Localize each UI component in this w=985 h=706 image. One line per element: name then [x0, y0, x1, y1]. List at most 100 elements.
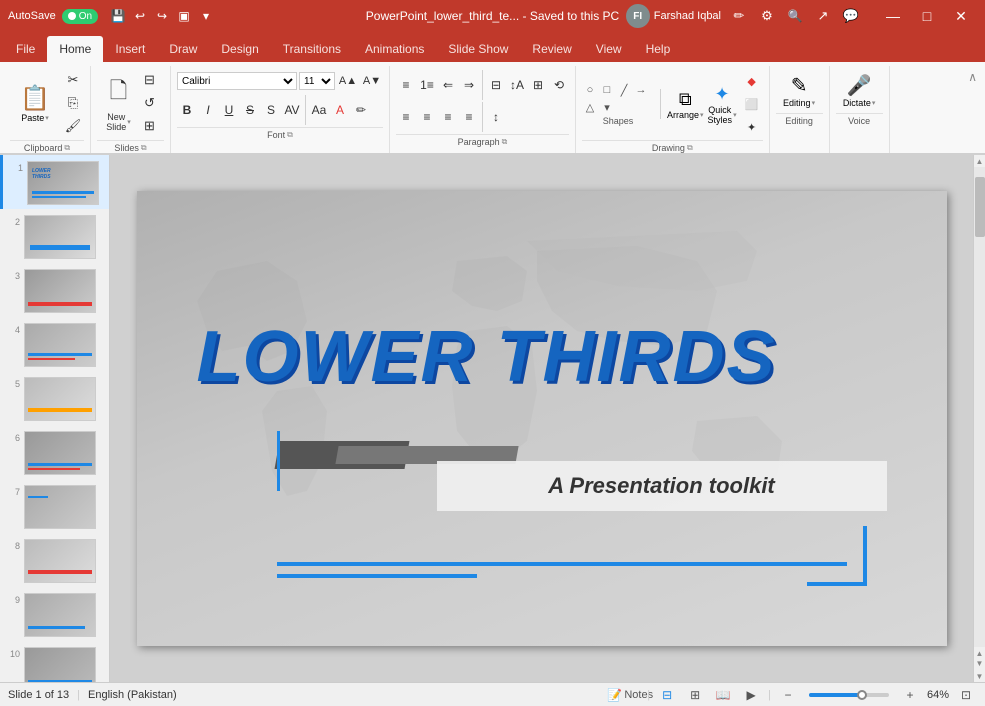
shape-outline-button[interactable]: ⬜: [741, 93, 763, 115]
customize-qa-button[interactable]: ▾: [196, 6, 216, 26]
slide-thumb-2[interactable]: 2: [0, 209, 109, 263]
decrease-indent-button[interactable]: ⇐: [438, 75, 458, 95]
bold-button[interactable]: B: [177, 100, 197, 120]
clipboard-expand[interactable]: ⧉: [64, 143, 70, 153]
fit-slide-button[interactable]: ⊡: [955, 686, 977, 704]
pen-icon-button[interactable]: ✏: [729, 6, 749, 26]
normal-view-button[interactable]: ⊟: [656, 686, 678, 704]
text-direction-button[interactable]: ↕A: [507, 75, 527, 95]
tab-file[interactable]: File: [4, 36, 47, 62]
dictate-button[interactable]: 🎤 Dictate ▾: [837, 70, 882, 111]
scroll-up-arrow[interactable]: ▲: [974, 155, 985, 167]
reading-view-button[interactable]: 📖: [712, 686, 734, 704]
scroll-extra-up[interactable]: ▲: [976, 649, 984, 658]
autosave-toggle[interactable]: On: [62, 9, 98, 24]
zoom-in-button[interactable]: +: [899, 686, 921, 704]
shape-triangle[interactable]: △: [582, 99, 598, 115]
numbering-button[interactable]: 1≡: [417, 75, 437, 95]
minimize-button[interactable]: —: [877, 0, 909, 32]
tab-draw[interactable]: Draw: [157, 36, 209, 62]
close-button[interactable]: ✕: [945, 0, 977, 32]
search-titlebar-button[interactable]: 🔍: [785, 6, 805, 26]
slide-thumb-10[interactable]: 10: [0, 641, 109, 682]
cut-button[interactable]: ✂: [62, 69, 84, 91]
shape-arrow[interactable]: →: [633, 82, 649, 98]
slides-expand[interactable]: ⧉: [141, 143, 147, 153]
slide-panel[interactable]: 1 LOWERTHIRDS 2 3 4: [0, 155, 110, 682]
scroll-down-arrow[interactable]: ▼: [974, 670, 985, 682]
align-left-button[interactable]: ≡: [396, 107, 416, 127]
slide-thumb-9[interactable]: 9: [0, 587, 109, 641]
settings-icon-button[interactable]: ⚙: [757, 6, 777, 26]
zoom-slider[interactable]: [809, 693, 889, 697]
decrease-font-button[interactable]: A▼: [361, 70, 383, 92]
slide-thumb-1[interactable]: 1 LOWERTHIRDS: [0, 155, 109, 209]
slide-thumb-3[interactable]: 3: [0, 263, 109, 317]
font-expand[interactable]: ⧉: [287, 130, 293, 140]
scroll-extra-down[interactable]: ▼: [976, 659, 984, 668]
tab-help[interactable]: Help: [634, 36, 683, 62]
save-button[interactable]: 💾: [108, 6, 128, 26]
tab-review[interactable]: Review: [520, 36, 583, 62]
shape-effects-button[interactable]: ✦: [741, 116, 763, 138]
para-expand[interactable]: ⧉: [502, 137, 508, 147]
tab-design[interactable]: Design: [209, 36, 270, 62]
slide-thumb-6[interactable]: 6: [0, 425, 109, 479]
line-spacing-button[interactable]: ↕: [486, 107, 506, 127]
slide-thumb-5[interactable]: 5: [0, 371, 109, 425]
char-spacing-button[interactable]: AV: [282, 100, 302, 120]
shadow-button[interactable]: S: [261, 100, 281, 120]
undo-button[interactable]: ↩: [130, 6, 150, 26]
main-slide-title[interactable]: LOWER THIRDS: [197, 321, 777, 393]
font-name-select[interactable]: Calibri: [177, 72, 297, 90]
align-center-button[interactable]: ≡: [417, 107, 437, 127]
column-button[interactable]: ⊟: [486, 75, 506, 95]
strikethrough-button[interactable]: S: [240, 100, 260, 120]
change-case-button[interactable]: Aa: [309, 100, 329, 120]
align-right-button[interactable]: ≡: [438, 107, 458, 127]
present-button[interactable]: ▣: [174, 6, 194, 26]
increase-font-button[interactable]: A▲: [337, 70, 359, 92]
tab-transitions[interactable]: Transitions: [271, 36, 353, 62]
tab-home[interactable]: Home: [47, 36, 103, 62]
comments-button[interactable]: 💬: [841, 6, 861, 26]
ribbon-collapse-button[interactable]: ∧: [964, 68, 981, 86]
align-text-button[interactable]: ⊞: [528, 75, 548, 95]
tab-slideshow[interactable]: Slide Show: [436, 36, 520, 62]
convert-smartart-button[interactable]: ⟲: [549, 75, 569, 95]
slide-thumb-8[interactable]: 8: [0, 533, 109, 587]
zoom-out-button[interactable]: −: [777, 686, 799, 704]
slide-thumb-4[interactable]: 4: [0, 317, 109, 371]
slide-canvas[interactable]: LOWER THIRDS A Presentation toolkit: [137, 191, 947, 646]
increase-indent-button[interactable]: ⇒: [459, 75, 479, 95]
bullets-button[interactable]: ≡: [396, 75, 416, 95]
shape-fill-button[interactable]: ◆: [741, 70, 763, 92]
subtitle-box[interactable]: A Presentation toolkit: [437, 461, 887, 511]
slide-thumb-7[interactable]: 7: [0, 479, 109, 533]
copy-button[interactable]: ⎘: [62, 92, 84, 114]
notes-button[interactable]: 📝 Notes: [619, 686, 641, 704]
shape-oval[interactable]: ○: [582, 82, 598, 98]
shape-rect[interactable]: □: [599, 82, 615, 98]
justify-button[interactable]: ≡: [459, 107, 479, 127]
share-button[interactable]: ↗: [813, 6, 833, 26]
maximize-button[interactable]: □: [911, 0, 943, 32]
font-size-select[interactable]: 11: [299, 72, 335, 90]
shape-more[interactable]: ▾: [599, 99, 615, 115]
format-painter-button[interactable]: 🖌: [62, 115, 84, 137]
slideshow-view-button[interactable]: ▶: [740, 686, 762, 704]
drawing-expand[interactable]: ⧉: [687, 143, 693, 153]
new-slide-button[interactable]: 🗋 NewSlide ▾: [101, 71, 137, 135]
tab-animations[interactable]: Animations: [353, 36, 436, 62]
font-color-button[interactable]: A: [330, 100, 350, 120]
section-button[interactable]: ⊞: [139, 115, 161, 137]
layout-button[interactable]: ⊟: [139, 69, 161, 91]
paste-button[interactable]: 📋 Paste ▾: [10, 81, 60, 126]
zoom-thumb[interactable]: [857, 690, 867, 700]
italic-button[interactable]: I: [198, 100, 218, 120]
slide-sorter-button[interactable]: ⊞: [684, 686, 706, 704]
reset-button[interactable]: ↺: [139, 92, 161, 114]
tab-view[interactable]: View: [584, 36, 634, 62]
highlight-button[interactable]: ✏: [351, 100, 371, 120]
tab-insert[interactable]: Insert: [103, 36, 157, 62]
